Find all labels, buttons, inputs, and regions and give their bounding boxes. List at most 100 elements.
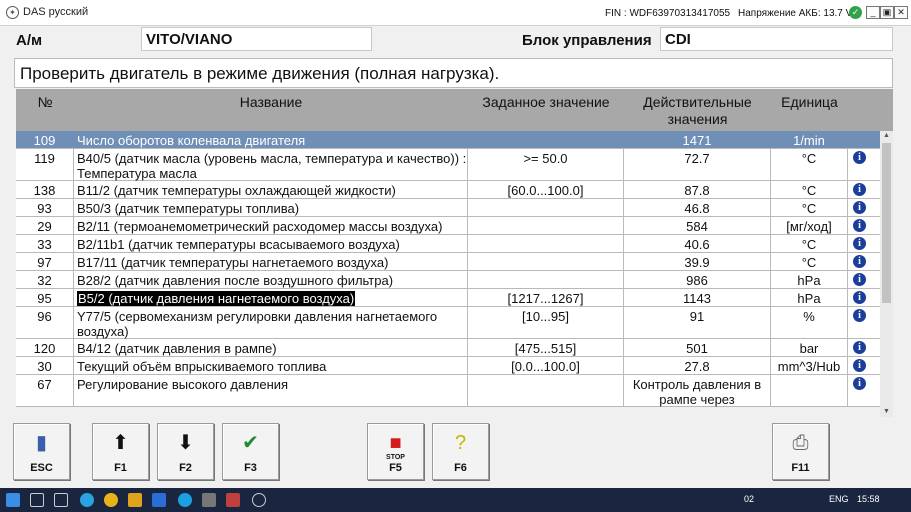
row-info-cell: i xyxy=(848,271,880,288)
fkey-label: F1 xyxy=(114,462,127,474)
table-row[interactable]: 32 B28/2 (датчик давления после воздушног… xyxy=(16,271,880,289)
vehicle-value: VITO/VIANO xyxy=(141,27,372,51)
info-icon[interactable]: i xyxy=(853,291,866,304)
row-name-text: Регулирование высокого давления xyxy=(77,377,289,392)
info-icon[interactable]: i xyxy=(853,237,866,250)
info-icon[interactable]: i xyxy=(853,183,866,196)
fkey-f2-button[interactable]: ⬇ F2 xyxy=(157,423,214,480)
row-spec-value: [1217...1267] xyxy=(468,289,624,306)
table-row[interactable]: 120 B4/12 (датчик давления в рампе) [475..… xyxy=(16,339,880,357)
info-icon[interactable]: i xyxy=(853,377,866,390)
column-header-actual: Действительные значения xyxy=(643,94,752,127)
table-row[interactable]: 67 Регулирование высокого давления Контрол… xyxy=(16,375,880,407)
search-icon[interactable] xyxy=(30,493,44,507)
row-spec-value xyxy=(468,131,624,148)
row-name: B40/5 (датчик масла (уровень масла, темп… xyxy=(74,149,468,181)
fkey-label: F11 xyxy=(791,462,810,474)
app-icon[interactable] xyxy=(226,493,240,507)
row-name-text: B5/2 (датчик давления нагнетаемого возду… xyxy=(77,291,356,306)
row-info-cell: i xyxy=(848,217,880,234)
fkey-label: F3 xyxy=(244,462,257,474)
table-row[interactable]: 33 B2/11b1 (датчик температуры всасываемо… xyxy=(16,235,880,253)
table-row[interactable]: 30 Текущий объём впрыскиваемого топлива [0… xyxy=(16,357,880,375)
telegram-icon[interactable] xyxy=(80,493,94,507)
fkey-label: F6 xyxy=(454,462,467,474)
table-row[interactable]: 29 B2/11 (термоанемометрический расходоме… xyxy=(16,217,880,235)
row-name-text: B2/11b1 (датчик температуры всасываемого… xyxy=(77,237,400,252)
table-row[interactable]: 93 B50/3 (датчик температуры топлива) 46.8… xyxy=(16,199,880,217)
row-unit: % xyxy=(771,307,848,338)
start-icon[interactable] xyxy=(6,493,20,507)
vertical-scrollbar[interactable]: ▲ ▼ xyxy=(880,131,893,417)
close-button[interactable]: ✕ xyxy=(894,6,908,19)
instruction-text: Проверить двигатель в режиме движения (п… xyxy=(14,58,893,88)
folder-icon[interactable] xyxy=(128,493,142,507)
fkey-esc-button[interactable]: ▮ ESC xyxy=(13,423,70,480)
app-icon[interactable] xyxy=(152,493,166,507)
app-icon[interactable] xyxy=(202,493,216,507)
table-row[interactable]: 119 B40/5 (датчик масла (уровень масла, т… xyxy=(16,149,880,181)
battery-voltage: Напряжение АКБ: 13.7 V xyxy=(738,8,853,19)
column-header-spec: Заданное значение xyxy=(482,94,610,110)
row-info-cell: i xyxy=(848,375,880,406)
scroll-up-arrow-icon[interactable]: ▲ xyxy=(880,131,893,141)
table-row[interactable]: 97 B17/11 (датчик температуры нагнетаемог… xyxy=(16,253,880,271)
table-row[interactable]: 109 Число оборотов коленвала двигателя 147… xyxy=(16,131,880,149)
restore-button[interactable]: ▣ xyxy=(880,6,894,19)
minimize-button[interactable]: _ xyxy=(866,6,880,19)
row-unit: hPa xyxy=(771,289,848,306)
fkey-f3-button[interactable]: ✔ F3 xyxy=(222,423,279,480)
stop-icon: ■ xyxy=(389,432,402,454)
row-unit: hPa xyxy=(771,271,848,288)
row-actual-value: 27.8 xyxy=(624,357,771,374)
row-name-text: B40/5 (датчик масла (уровень масла, темп… xyxy=(77,151,467,181)
row-name: Число оборотов коленвала двигателя xyxy=(74,131,468,148)
row-actual-value: 986 xyxy=(624,271,771,288)
info-icon[interactable]: i xyxy=(853,359,866,372)
row-unit: mm^3/Hub xyxy=(771,357,848,374)
language-indicator[interactable]: ENG xyxy=(829,494,849,504)
table-row[interactable]: 96 Y77/5 (сервомеханизм регулировки давле… xyxy=(16,307,880,339)
table-row[interactable]: 138 B11/2 (датчик температуры охлаждающей… xyxy=(16,181,880,199)
fkey-label: ESC xyxy=(30,462,53,474)
row-name-text: B11/2 (датчик температуры охлаждающей жи… xyxy=(77,183,396,198)
column-header-name: Название xyxy=(239,94,303,110)
info-icon[interactable]: i xyxy=(853,273,866,286)
clock[interactable]: 15:58 xyxy=(857,494,880,504)
row-actual-value: 72.7 xyxy=(624,149,771,180)
scroll-thumb[interactable] xyxy=(882,143,891,303)
scroll-down-arrow-icon[interactable]: ▼ xyxy=(880,407,893,417)
info-icon[interactable]: i xyxy=(853,341,866,354)
fkey-f1-button[interactable]: ⬆ F1 xyxy=(92,423,149,480)
window-title: DAS русский xyxy=(23,6,89,18)
printer-icon: ⎙ xyxy=(792,432,809,454)
fkey-f11-button[interactable]: ⎙ F11 xyxy=(772,423,829,480)
fkey-f6-button[interactable]: ? F6 xyxy=(432,423,489,480)
skype-icon[interactable] xyxy=(178,493,192,507)
row-unit: °C xyxy=(771,181,848,198)
info-icon[interactable]: i xyxy=(853,201,866,214)
task-view-icon[interactable] xyxy=(54,493,68,507)
windows-taskbar: 02 ENG 15:58 xyxy=(0,488,911,512)
row-name: B4/12 (датчик давления в рампе) xyxy=(74,339,468,356)
column-header-num: № xyxy=(37,94,53,110)
info-icon[interactable]: i xyxy=(853,309,866,322)
chrome-icon[interactable] xyxy=(104,493,118,507)
row-actual-value: 1471 xyxy=(624,131,771,148)
row-number: 67 xyxy=(16,375,74,406)
row-spec-value xyxy=(468,253,624,270)
row-number: 33 xyxy=(16,235,74,252)
fkey-f5-button[interactable]: ■ STOP F5 xyxy=(367,423,424,480)
row-spec-value xyxy=(468,271,624,288)
table-row[interactable]: 95 B5/2 (датчик давления нагнетаемого воз… xyxy=(16,289,880,307)
row-name-text: B4/12 (датчик давления в рампе) xyxy=(77,341,277,356)
row-spec-value: >= 50.0 xyxy=(468,149,624,180)
info-icon[interactable]: i xyxy=(853,219,866,232)
info-icon[interactable]: i xyxy=(853,151,866,164)
row-name-text: B28/2 (датчик давления после воздушного … xyxy=(77,273,394,288)
das-taskbar-icon[interactable] xyxy=(252,493,266,507)
info-icon[interactable]: i xyxy=(853,255,866,268)
row-name: Регулирование высокого давления xyxy=(74,375,468,406)
row-name-text: Текущий объём впрыскиваемого топлива xyxy=(77,359,327,374)
row-info-cell: i xyxy=(848,199,880,216)
